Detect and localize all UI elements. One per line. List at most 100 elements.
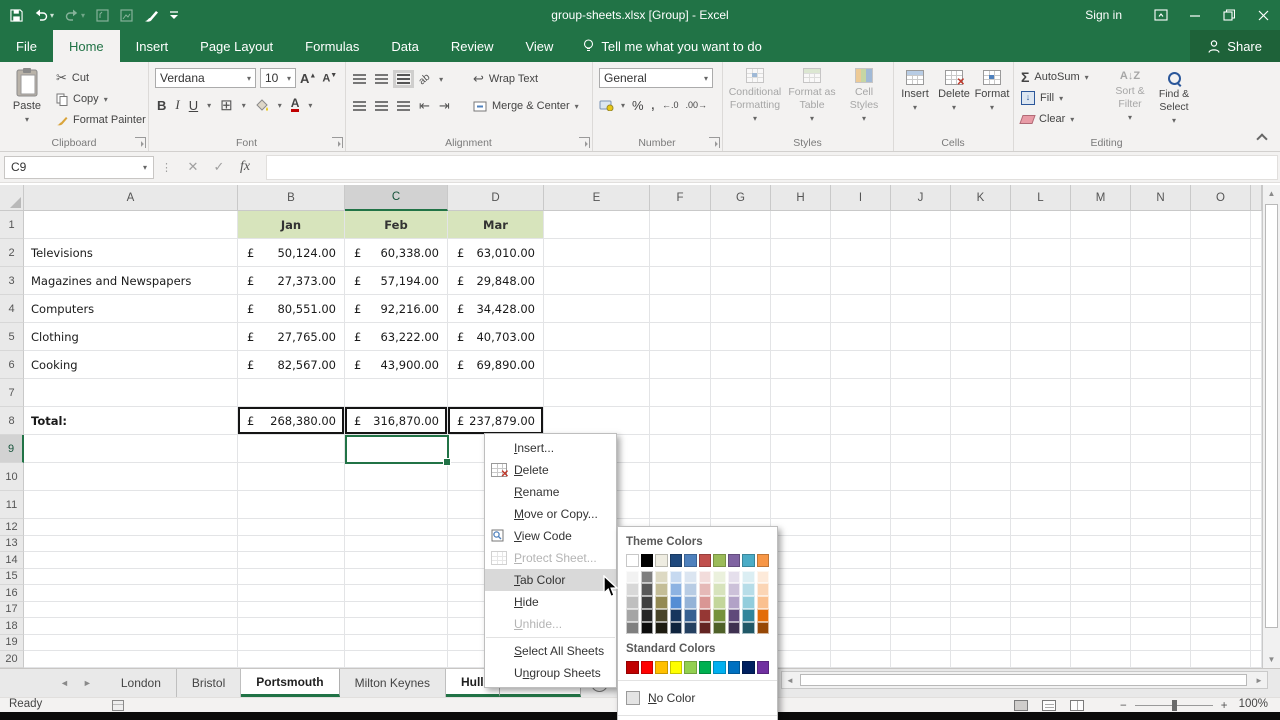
cell-L1[interactable] xyxy=(1011,211,1071,239)
theme-variant-swatch[interactable] xyxy=(742,622,755,635)
row-header-9[interactable]: 9 xyxy=(0,435,24,463)
cell-E2[interactable] xyxy=(544,239,650,267)
theme-variant-swatch[interactable] xyxy=(742,571,755,584)
column-header-G[interactable]: G xyxy=(711,185,771,211)
cell-O14[interactable] xyxy=(1191,552,1251,569)
cell-G3[interactable] xyxy=(711,267,771,295)
cell-N14[interactable] xyxy=(1131,552,1191,569)
theme-variant-swatch[interactable] xyxy=(641,622,654,635)
cell-M4[interactable] xyxy=(1071,295,1131,323)
standard-color-swatch-5[interactable] xyxy=(684,661,697,674)
cell-H1[interactable] xyxy=(771,211,831,239)
cell-L2[interactable] xyxy=(1011,239,1071,267)
theme-color-swatch-7[interactable] xyxy=(713,554,726,567)
row-header-13[interactable]: 13 xyxy=(0,536,24,553)
select-all-corner[interactable] xyxy=(0,185,24,211)
row-header-12[interactable]: 12 xyxy=(0,519,24,536)
cell-E8[interactable] xyxy=(544,407,650,435)
cell-K11[interactable] xyxy=(951,491,1011,519)
align-top-icon[interactable] xyxy=(353,74,366,84)
theme-variant-swatch[interactable] xyxy=(641,583,654,596)
cell-O9[interactable] xyxy=(1191,435,1251,463)
theme-variant-swatch[interactable] xyxy=(699,571,712,584)
column-header-B[interactable]: B xyxy=(238,185,345,211)
row-header-7[interactable]: 7 xyxy=(0,379,24,407)
theme-color-swatch-8[interactable] xyxy=(728,554,741,567)
theme-variant-swatch[interactable] xyxy=(728,571,741,584)
name-box[interactable]: C9▾ xyxy=(4,156,154,179)
cell-C3[interactable]: £57,194.00 xyxy=(345,267,448,295)
theme-variant-swatch[interactable] xyxy=(670,596,683,609)
clipboard-dialog-launcher-icon[interactable] xyxy=(135,137,146,148)
normal-view-icon[interactable] xyxy=(1014,700,1028,711)
cell-F3[interactable] xyxy=(650,267,711,295)
next-sheet-icon[interactable]: ► xyxy=(83,678,92,688)
cell-B5[interactable]: £27,765.00 xyxy=(238,323,345,351)
cell-F6[interactable] xyxy=(650,351,711,379)
cell-G7[interactable] xyxy=(711,379,771,407)
increase-indent-icon[interactable]: ⇥ xyxy=(439,98,450,114)
cell-A17[interactable] xyxy=(24,602,238,619)
cell-B16[interactable] xyxy=(238,585,345,602)
cell-J16[interactable] xyxy=(891,585,951,602)
column-header-E[interactable]: E xyxy=(544,185,650,211)
sign-in-button[interactable]: Sign in xyxy=(1085,8,1122,22)
cell-B7[interactable] xyxy=(238,379,345,407)
theme-variant-swatch[interactable] xyxy=(684,571,697,584)
cell-F2[interactable] xyxy=(650,239,711,267)
cell-B4[interactable]: £80,551.00 xyxy=(238,295,345,323)
row-header-3[interactable]: 3 xyxy=(0,267,24,295)
standard-color-swatch-10[interactable] xyxy=(757,661,770,674)
cell-J13[interactable] xyxy=(891,536,951,553)
cell-L7[interactable] xyxy=(1011,379,1071,407)
cell-A13[interactable] xyxy=(24,536,238,553)
horizontal-scroll-thumb[interactable] xyxy=(800,674,1247,686)
cell-M17[interactable] xyxy=(1071,602,1131,619)
standard-color-swatch-2[interactable] xyxy=(641,661,654,674)
cell-M15[interactable] xyxy=(1071,569,1131,586)
cell-C2[interactable]: £60,338.00 xyxy=(345,239,448,267)
cell-O17[interactable] xyxy=(1191,602,1251,619)
cell-H6[interactable] xyxy=(771,351,831,379)
theme-variant-swatch[interactable] xyxy=(641,596,654,609)
theme-variant-swatch[interactable] xyxy=(670,583,683,596)
row-header-17[interactable]: 17 xyxy=(0,602,24,619)
column-header-M[interactable]: M xyxy=(1071,185,1131,211)
zoom-slider[interactable] xyxy=(1135,705,1213,706)
font-size-select[interactable]: 10▾ xyxy=(260,68,296,88)
cell-F4[interactable] xyxy=(650,295,711,323)
ribbon-tab-home[interactable]: Home xyxy=(53,30,120,62)
theme-variant-swatch[interactable] xyxy=(728,596,741,609)
cell-C9[interactable] xyxy=(345,435,448,463)
cell-K6[interactable] xyxy=(951,351,1011,379)
row-header-4[interactable]: 4 xyxy=(0,295,24,323)
theme-variant-swatch[interactable] xyxy=(742,583,755,596)
standard-color-swatch-4[interactable] xyxy=(670,661,683,674)
copy-button[interactable]: Copy▾ xyxy=(56,89,108,109)
ribbon-tab-insert[interactable]: Insert xyxy=(120,30,185,62)
column-header-O[interactable]: O xyxy=(1191,185,1251,211)
align-bottom-icon[interactable] xyxy=(397,74,410,84)
cell-J15[interactable] xyxy=(891,569,951,586)
ribbon-tab-review[interactable]: Review xyxy=(435,30,510,62)
cell-N13[interactable] xyxy=(1131,536,1191,553)
sheet-tab-milton-keynes[interactable]: Milton Keynes xyxy=(340,669,446,697)
cell-O6[interactable] xyxy=(1191,351,1251,379)
cell-I15[interactable] xyxy=(831,569,891,586)
cell-N16[interactable] xyxy=(1131,585,1191,602)
theme-variant-swatch[interactable] xyxy=(713,583,726,596)
cell-I9[interactable] xyxy=(831,435,891,463)
cell-K1[interactable] xyxy=(951,211,1011,239)
cell-I3[interactable] xyxy=(831,267,891,295)
cell-D8[interactable]: £237,879.00 xyxy=(448,407,544,435)
column-header-A[interactable]: A xyxy=(24,185,238,211)
theme-color-swatch-9[interactable] xyxy=(742,554,755,567)
sort-filter-button[interactable]: A↓Z Sort & Filter▾ xyxy=(1109,70,1151,122)
cell-M14[interactable] xyxy=(1071,552,1131,569)
cell-H17[interactable] xyxy=(771,602,831,619)
cell-C12[interactable] xyxy=(345,519,448,536)
row-header-20[interactable]: 20 xyxy=(0,651,24,668)
cell-L16[interactable] xyxy=(1011,585,1071,602)
theme-variant-swatch[interactable] xyxy=(655,609,668,622)
cell-G6[interactable] xyxy=(711,351,771,379)
